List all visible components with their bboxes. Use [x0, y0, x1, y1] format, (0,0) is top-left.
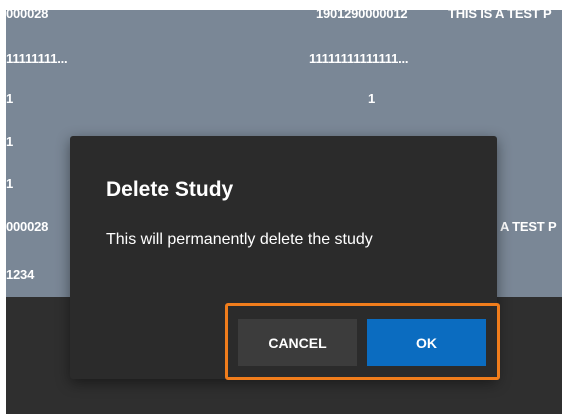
table-cell: 000028 — [6, 219, 49, 234]
ok-button[interactable]: OK — [367, 319, 486, 366]
dialog-message: This will permanently delete the study — [106, 231, 373, 248]
table-cell: 11111111111111... — [309, 51, 409, 66]
table-cell: 1901290000012 — [316, 10, 408, 21]
dialog-title: Delete Study — [106, 178, 234, 201]
table-cell: A TEST P — [500, 219, 557, 234]
table-cell: 1 — [6, 176, 14, 191]
table-cell: THIS IS A TEST P — [448, 10, 552, 21]
table-cell: 11111111... — [6, 51, 68, 66]
table-cell: 1 — [368, 91, 376, 106]
table-cell: 1 — [6, 134, 14, 149]
cancel-button[interactable]: CANCEL — [238, 319, 357, 366]
table-cell: 1234 — [6, 267, 35, 282]
table-cell: 000028 — [6, 10, 49, 21]
table-cell: 1 — [6, 91, 14, 106]
screen: 000028 1901290000012 THIS IS A TEST P 11… — [0, 0, 562, 414]
